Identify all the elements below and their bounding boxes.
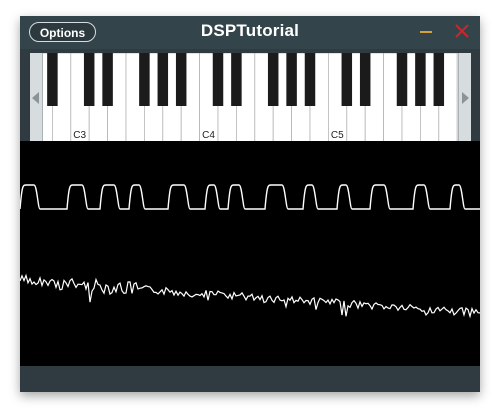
waveform-plot bbox=[20, 184, 480, 319]
octave-label: C5 bbox=[331, 130, 344, 141]
black-key[interactable] bbox=[341, 53, 353, 106]
black-key[interactable] bbox=[102, 53, 113, 106]
spectrum-trace-bottom bbox=[20, 273, 480, 319]
piano-keys[interactable]: 2C3C4C5 bbox=[30, 53, 471, 143]
scroll-right-button[interactable] bbox=[458, 53, 471, 143]
black-key[interactable] bbox=[415, 53, 426, 106]
black-key[interactable] bbox=[175, 53, 187, 106]
title-bar: Options DSPTutorial bbox=[20, 16, 480, 49]
triangle-left-icon bbox=[32, 92, 39, 104]
black-key[interactable] bbox=[396, 53, 408, 106]
app-window: Options DSPTutorial 2C3C4C5 bbox=[20, 16, 480, 392]
black-key[interactable] bbox=[359, 53, 371, 106]
octave-label: C4 bbox=[202, 130, 215, 141]
black-key[interactable] bbox=[267, 53, 279, 106]
midi-keyboard[interactable]: 2C3C4C5 bbox=[30, 53, 471, 143]
black-key[interactable] bbox=[139, 53, 150, 106]
black-key[interactable] bbox=[157, 53, 169, 106]
oscilloscope-display bbox=[20, 141, 480, 366]
minimize-icon[interactable] bbox=[420, 31, 432, 33]
black-key[interactable] bbox=[83, 53, 95, 106]
black-key[interactable] bbox=[47, 53, 58, 106]
black-key[interactable] bbox=[433, 53, 445, 106]
bottom-bar bbox=[20, 366, 480, 392]
triangle-right-icon bbox=[462, 92, 469, 104]
black-key[interactable] bbox=[304, 53, 316, 106]
black-key[interactable] bbox=[286, 53, 297, 106]
black-key[interactable] bbox=[212, 53, 224, 106]
waveform-trace-top bbox=[20, 184, 480, 210]
window-title: DSPTutorial bbox=[200, 21, 300, 40]
scroll-left-button[interactable] bbox=[30, 53, 43, 143]
close-icon[interactable] bbox=[454, 21, 470, 41]
octave-label: C3 bbox=[73, 130, 86, 141]
black-key[interactable] bbox=[231, 53, 242, 106]
